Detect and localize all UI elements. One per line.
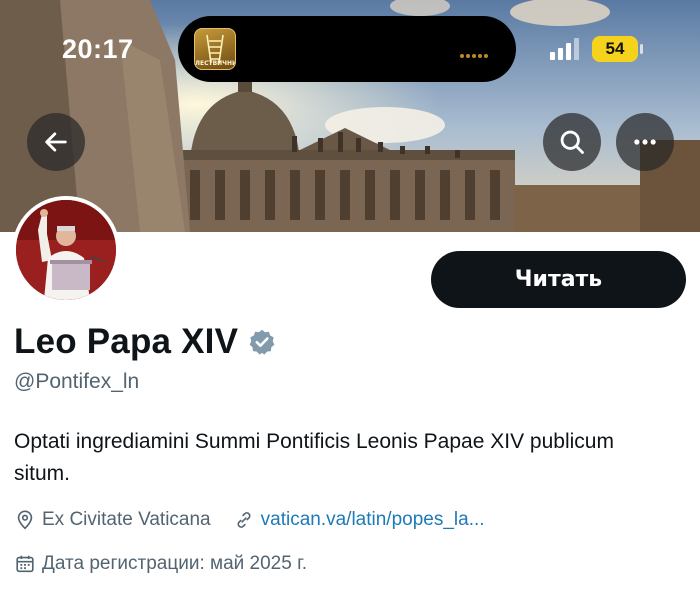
more-button[interactable] [616, 113, 674, 171]
search-icon [560, 130, 584, 154]
signal-icon [550, 38, 580, 60]
profile-joined-row: Дата регистрации: май 2025 г. [14, 549, 307, 579]
user-handle: @Pontifex_ln [14, 370, 140, 393]
verified-badge-icon[interactable] [248, 328, 276, 356]
arrow-left-icon [45, 132, 67, 152]
avatar[interactable] [12, 196, 120, 304]
link-icon [237, 512, 251, 528]
profile-bio: Optati ingrediamini Summi Pontificis Leo… [14, 430, 614, 485]
battery-indicator: 54 [592, 36, 638, 62]
back-button[interactable] [27, 113, 85, 171]
profile-banner[interactable]: 20:17 ЛЕСТВИЧНИК 54 [0, 0, 700, 232]
profile-joined-date: Дата регистрации: май 2025 г. [42, 553, 307, 574]
battery-tip [640, 44, 643, 54]
avatar-photo [16, 200, 116, 300]
location-pin-icon [17, 510, 33, 530]
profile-location: Ex Civitate Vaticana [42, 509, 211, 530]
app-icon: ЛЕСТВИЧНИК [194, 28, 236, 70]
avatar-image [16, 200, 116, 300]
more-horizontal-icon [634, 139, 656, 145]
app-icon-label: ЛЕСТВИЧНИК [195, 60, 235, 67]
follow-button[interactable]: Читать [431, 251, 686, 308]
search-button[interactable] [543, 113, 601, 171]
activity-dots-icon [460, 45, 492, 58]
display-name: Leo Papa XIV [14, 322, 239, 361]
profile-meta-row: Ex Civitate Vaticana vatican.va/latin/po… [14, 505, 485, 535]
profile-website-link[interactable]: vatican.va/latin/popes_la... [261, 509, 485, 531]
calendar-icon [16, 555, 34, 573]
status-time: 20:17 [62, 34, 134, 64]
name-row: Leo Papa XIV [14, 318, 276, 366]
dynamic-island: ЛЕСТВИЧНИК [178, 16, 516, 82]
